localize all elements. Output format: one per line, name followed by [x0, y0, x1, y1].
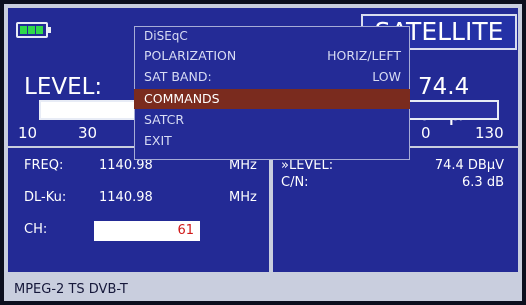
- channel-label: CH:: [24, 222, 48, 237]
- menu-item-satcr[interactable]: SATCR: [134, 110, 410, 130]
- menu-item-value: LOW: [372, 69, 401, 84]
- menu-item-commands[interactable]: COMMANDS: [134, 89, 410, 109]
- menu-item-label: POLARIZATION: [144, 48, 237, 63]
- freq-label: FREQ:: [24, 158, 64, 173]
- menu-item-exit[interactable]: EXIT: [134, 131, 410, 151]
- battery-cell: [20, 26, 27, 34]
- menu-title: DiSEqC: [144, 29, 188, 43]
- meter-screen: SATELLITE LEVEL: 74.4 dBµV 10 30 0 130 F…: [0, 0, 526, 305]
- status-text: MPEG-2 TS DVB-T: [14, 282, 128, 297]
- dl-value: 1140.98: [99, 190, 153, 205]
- cn-label: C/N:: [281, 175, 309, 190]
- battery-icon: [16, 22, 51, 38]
- scale-tick: 10: [18, 124, 38, 142]
- freq-value: 1140.98: [99, 158, 153, 173]
- battery-cell: [28, 26, 35, 34]
- scale-tick: 30: [78, 124, 98, 142]
- dl-label: DL-Ku:: [24, 190, 67, 205]
- menu-item-label: SAT BAND:: [144, 69, 212, 84]
- menu-item-label: COMMANDS: [144, 91, 220, 106]
- menu-item-value: HORIZ/LEFT: [327, 48, 401, 63]
- meas-level-value: 74.4 DBµV: [434, 158, 504, 173]
- scale-tick: 0: [421, 124, 431, 142]
- menu-item-sat-band[interactable]: SAT BAND: LOW: [134, 67, 410, 87]
- freq-unit: MHz: [229, 158, 257, 173]
- meas-level-label: »LEVEL:: [281, 158, 334, 173]
- scale-tick: 130: [475, 124, 504, 142]
- menu-item-label: EXIT: [144, 133, 172, 148]
- battery-cell: [36, 26, 43, 34]
- menu-item-polarization[interactable]: POLARIZATION HORIZ/LEFT: [134, 46, 410, 66]
- cn-value: 6.3 dB: [462, 175, 504, 190]
- level-label: LEVEL:: [24, 74, 103, 100]
- channel-field[interactable]: 61: [94, 221, 200, 241]
- dl-unit: MHz: [229, 190, 257, 205]
- menu-item-label: SATCR: [144, 112, 185, 127]
